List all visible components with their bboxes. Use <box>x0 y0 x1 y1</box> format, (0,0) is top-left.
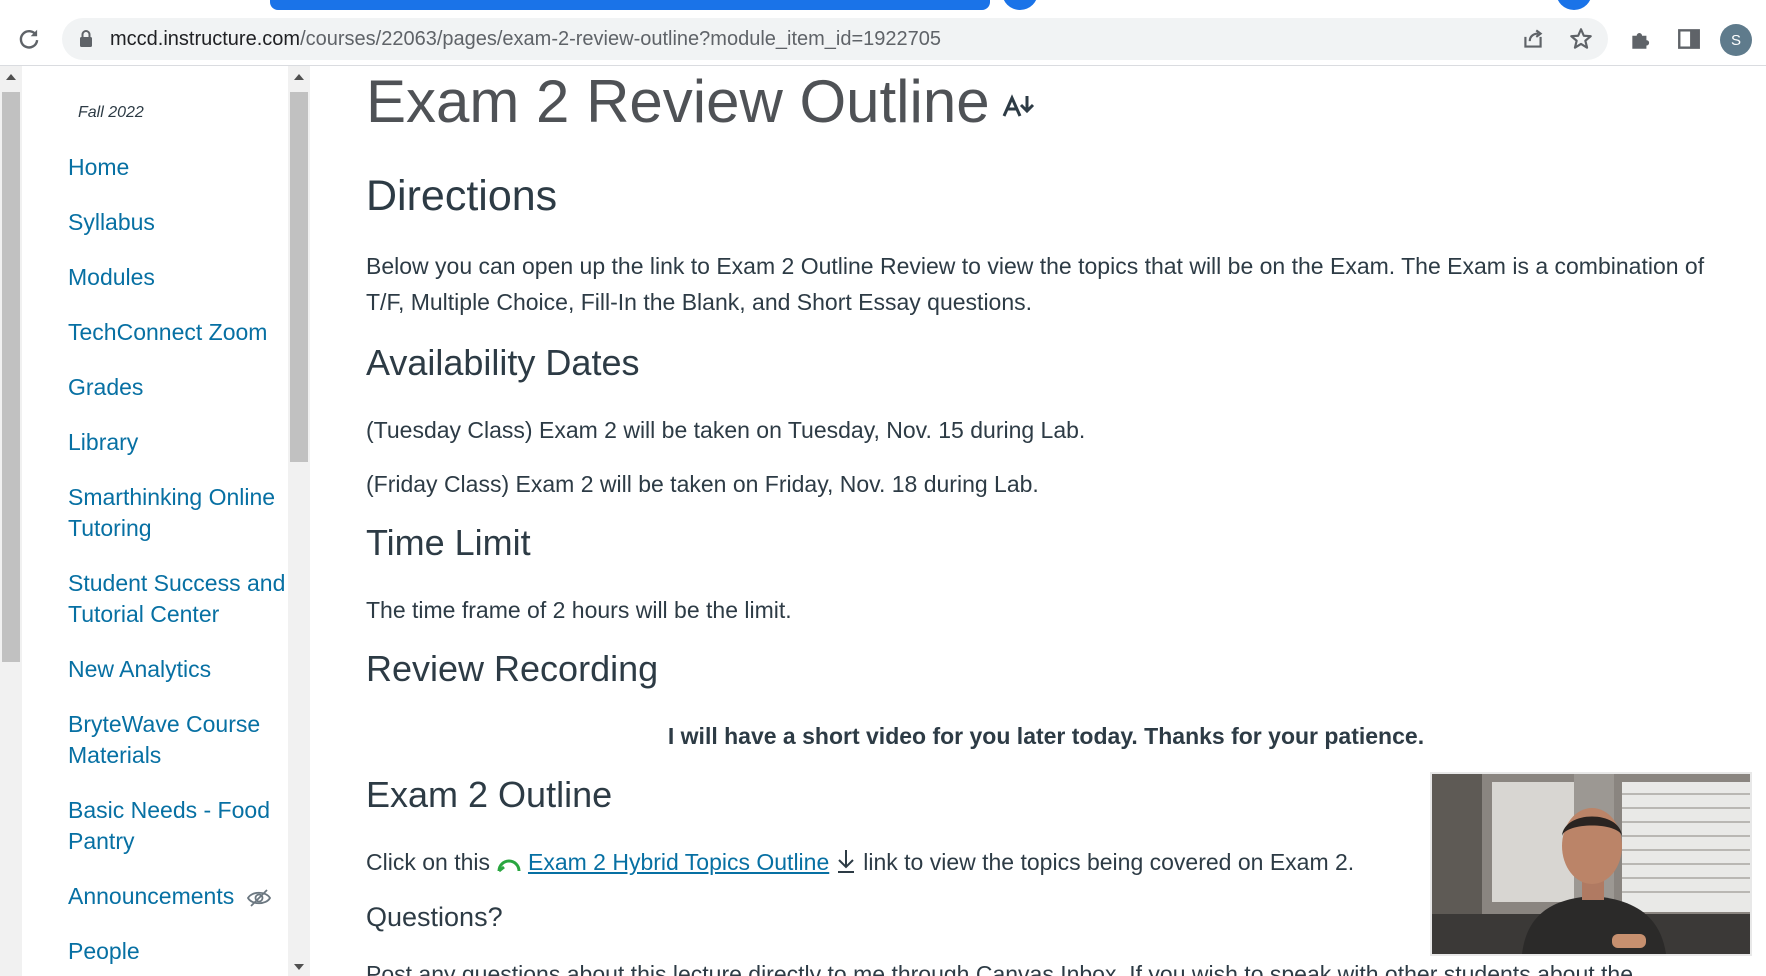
eye-slash-icon <box>247 889 272 907</box>
nav-item-syllabus[interactable]: Syllabus <box>68 207 288 238</box>
url-text[interactable]: mccd.instructure.com/courses/22063/pages… <box>110 28 941 51</box>
page-title: Exam 2 Review Outline <box>366 66 1036 138</box>
share-icon[interactable] <box>1520 26 1546 52</box>
star-icon[interactable] <box>1568 26 1594 52</box>
nav-item-grades[interactable]: Grades <box>68 372 288 403</box>
scrollbar-thumb[interactable] <box>290 92 308 462</box>
reload-icon <box>19 29 39 49</box>
nav-item-label: TechConnect Zoom <box>68 319 268 345</box>
webcam-video-frame <box>1432 774 1750 954</box>
document-link-icon <box>497 859 521 873</box>
webcam-overlay[interactable] <box>1430 772 1752 956</box>
url-host: mccd.instructure.com <box>110 28 301 50</box>
download-icon[interactable] <box>835 848 857 874</box>
extensions-icon[interactable] <box>1628 26 1654 52</box>
active-tab-strip[interactable] <box>270 0 990 10</box>
directions-text: Below you can open up the link to Exam 2… <box>366 253 1705 315</box>
availability-tuesday: (Tuesday Class) Exam 2 will be taken on … <box>366 417 1086 443</box>
outline-prefix: Click on this <box>366 849 490 875</box>
scroll-up-arrow[interactable] <box>6 74 16 80</box>
nav-item-student-success[interactable]: Student Success and Tutorial Center <box>68 568 288 630</box>
availability-friday: (Friday Class) Exam 2 will be taken on F… <box>366 471 1039 497</box>
browser-toolbar: mccd.instructure.com/courses/22063/pages… <box>0 0 1766 66</box>
questions-text: Post any questions about this lecture di… <box>366 961 1633 976</box>
time-limit-heading: Time Limit <box>366 522 531 563</box>
course-navigation: Fall 2022 Home Syllabus Modules TechConn… <box>22 66 288 976</box>
lock-icon[interactable] <box>78 29 94 49</box>
scroll-up-arrow[interactable] <box>294 74 304 80</box>
nav-item-people[interactable]: People <box>68 936 288 967</box>
review-recording-heading: Review Recording <box>366 648 659 689</box>
nav-item-label: New Analytics <box>68 656 212 682</box>
nav-item-label: Student Success and Tutorial Center <box>68 570 286 627</box>
nav-item-announcements[interactable]: Announcements <box>68 881 288 912</box>
avatar[interactable]: S <box>1720 24 1752 56</box>
nav-item-home[interactable]: Home <box>68 152 288 183</box>
nav-item-modules[interactable]: Modules <box>68 262 288 293</box>
nav-item-new-analytics[interactable]: New Analytics <box>68 654 288 685</box>
immersive-reader-icon[interactable] <box>1002 92 1036 120</box>
scroll-down-arrow[interactable] <box>294 964 304 970</box>
nav-item-smarthinking[interactable]: Smarthinking Online Tutoring <box>68 482 288 544</box>
nav-item-basic-needs[interactable]: Basic Needs - Food Pantry <box>68 795 288 857</box>
directions-heading: Directions <box>366 172 558 220</box>
address-bar[interactable]: mccd.instructure.com/courses/22063/pages… <box>62 18 1608 60</box>
nav-item-label: Announcements <box>68 883 235 909</box>
nav-item-label: Home <box>68 154 130 180</box>
nav-item-label: People <box>68 938 140 964</box>
reload-button[interactable] <box>14 24 44 54</box>
questions-heading: Questions? <box>366 902 503 932</box>
nav-item-label: Library <box>68 429 139 455</box>
nav-item-label: Basic Needs - Food Pantry <box>68 797 270 854</box>
avatar-letter: S <box>1730 31 1741 49</box>
outline-suffix: link to view the topics being covered on… <box>863 849 1355 875</box>
page-title-text: Exam 2 Review Outline <box>366 68 990 135</box>
tab-indicator <box>1556 0 1592 10</box>
side-panel-icon[interactable] <box>1676 26 1702 52</box>
exam-outline-heading: Exam 2 Outline <box>366 774 613 815</box>
nav-item-label: Modules <box>68 264 155 290</box>
course-nav-list: Home Syllabus Modules TechConnect Zoom G… <box>68 152 288 976</box>
review-recording-text: I will have a short video for you later … <box>667 723 1425 749</box>
nav-item-label: Syllabus <box>68 209 155 235</box>
nav-item-library[interactable]: Library <box>68 427 288 458</box>
time-limit-text: The time frame of 2 hours will be the li… <box>366 597 792 623</box>
nav-item-brytewave[interactable]: BryteWave Course Materials <box>68 709 288 771</box>
course-nav-scrollbar[interactable] <box>288 66 310 976</box>
exam-outline-text: Click on this Exam 2 Hybrid Topics Outli… <box>366 844 1354 880</box>
scrollbar-thumb[interactable] <box>2 92 20 662</box>
nav-item-techconnect-zoom[interactable]: TechConnect Zoom <box>68 317 288 348</box>
nav-item-label: Grades <box>68 374 144 400</box>
exam-outline-link[interactable]: Exam 2 Hybrid Topics Outline <box>528 849 829 875</box>
tab-indicator <box>1002 0 1038 10</box>
page-scrollbar[interactable] <box>0 66 22 976</box>
nav-item-label: Smarthinking Online Tutoring <box>68 484 276 541</box>
nav-item-label: BryteWave Course Materials <box>68 711 261 768</box>
url-path: /courses/22063/pages/exam-2-review-outli… <box>300 28 942 50</box>
course-term: Fall 2022 <box>78 104 144 121</box>
availability-heading: Availability Dates <box>366 342 640 383</box>
